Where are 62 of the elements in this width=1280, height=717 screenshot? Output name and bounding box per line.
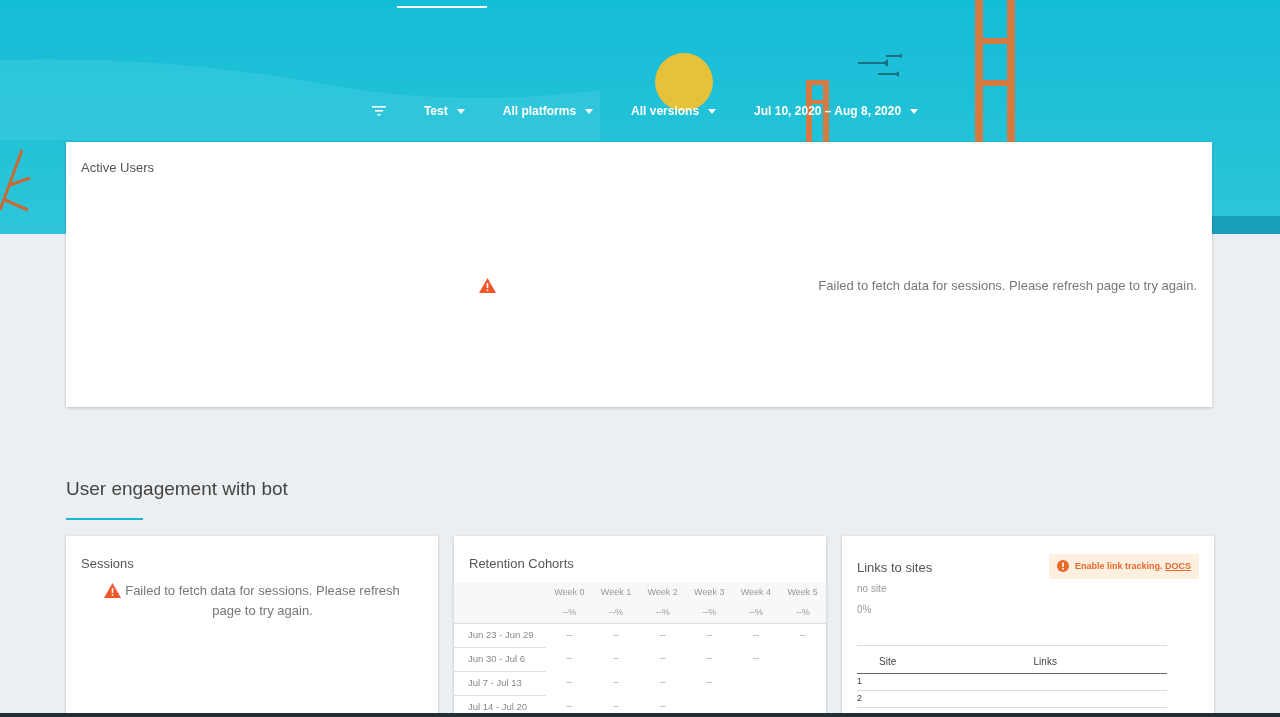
- column-header: Week 0: [546, 583, 593, 603]
- column-header: Site: [857, 645, 1034, 674]
- tree-drawing: [0, 148, 32, 212]
- table-cell: --%: [592, 603, 640, 623]
- docs-link[interactable]: DOCS: [1165, 560, 1191, 571]
- row-number: 2: [857, 690, 1034, 708]
- table-cell: --: [732, 623, 780, 647]
- error-message: Failed to fetch data for sessions. Please refresh page to try again.: [818, 276, 1197, 295]
- table-cell: --%: [685, 603, 733, 623]
- section-title: User engagement with bot: [66, 477, 289, 501]
- table-cell: --: [546, 671, 593, 695]
- table-cell: --: [546, 647, 593, 671]
- row-label: Jul 7 - Jul 13: [454, 671, 546, 695]
- caret-icon: [456, 108, 465, 114]
- warning-icon: [104, 583, 121, 598]
- column-header: Week 3: [685, 583, 733, 603]
- table-cell-text: --: [658, 676, 667, 690]
- table-cell: --%: [639, 603, 686, 623]
- site-name: no site: [857, 582, 888, 596]
- table-cell: --: [685, 623, 733, 647]
- column-header: Links: [1033, 645, 1167, 674]
- table-cell: --%: [779, 603, 826, 623]
- notice-text: Enable link tracking. DOCS: [1074, 559, 1191, 573]
- filter-dropdown[interactable]: All versions: [631, 100, 717, 122]
- warning-icon: [479, 277, 496, 293]
- table-cell-text: --: [658, 652, 667, 666]
- row-label: Jun 23 - Jun 29: [454, 623, 546, 647]
- table-cell: --: [639, 623, 686, 647]
- alert-icon: [1056, 560, 1069, 573]
- caret-icon: [910, 108, 919, 114]
- table-cell-text: --: [612, 700, 620, 714]
- water-drawing: [1212, 216, 1280, 234]
- column-header: Week 1: [592, 583, 640, 603]
- caret-icon: [585, 108, 594, 114]
- table-cell-text: --: [612, 676, 620, 690]
- table-cell-text: --: [705, 676, 714, 690]
- airplanes-drawing: [858, 53, 902, 77]
- filter-icon[interactable]: [371, 106, 386, 116]
- card-title: Sessions: [81, 554, 135, 573]
- table-cell: --: [546, 623, 593, 647]
- table-cell-text: --: [751, 652, 760, 666]
- table-cell: --: [592, 623, 640, 647]
- error-message: Failed to fetch data for sessions. Please refresh page to try again.: [125, 582, 400, 620]
- card-title: Links to sites: [857, 558, 933, 577]
- table-cell: --%: [546, 603, 593, 623]
- site-share: 0%: [857, 603, 873, 617]
- table-cell-text: --: [612, 652, 620, 666]
- column-header: Week 4: [732, 583, 780, 603]
- table-cell: --: [779, 623, 826, 647]
- filter-dropdown[interactable]: Test: [423, 100, 465, 122]
- table-cell: --%: [732, 603, 780, 623]
- card-title: Active Users: [81, 159, 155, 177]
- table-cell: --: [546, 695, 593, 716]
- row-label: Jun 30 - Jul 6: [454, 647, 546, 671]
- table-cell-text: --: [705, 652, 714, 666]
- table-cell-text: --: [658, 700, 667, 714]
- card-title: Retention Cohorts: [468, 554, 575, 573]
- column-header: Week 2: [639, 583, 686, 603]
- filter-dropdown[interactable]: All platforms: [502, 100, 594, 122]
- column-header: Week 5: [779, 583, 826, 603]
- row-number: 1: [857, 673, 1034, 691]
- caret-icon: [708, 108, 717, 114]
